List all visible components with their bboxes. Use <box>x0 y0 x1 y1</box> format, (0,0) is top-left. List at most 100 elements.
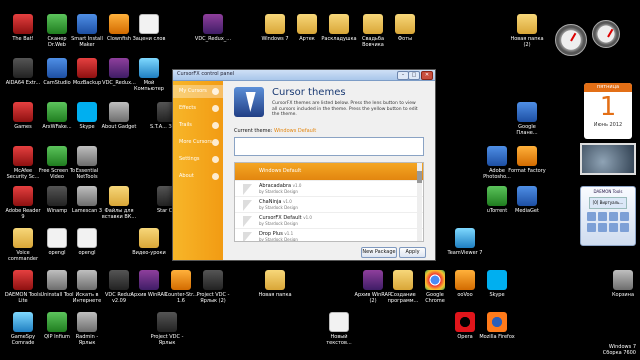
daemon-tools-gadget[interactable]: DAEMON Tools [0] Виртуаль... <box>580 186 636 246</box>
watermark-line: Сборка 7600 <box>602 350 636 356</box>
sidebar-item-icon <box>212 105 219 112</box>
desktop-icon-label: The Bat! <box>12 36 34 42</box>
theme-list-item[interactable]: ChaNinja v1.0 by Stardock Design <box>235 197 423 213</box>
desktop-icon[interactable]: Mozilla Firefox <box>478 312 516 340</box>
desktop-icon[interactable]: Раскладушка <box>320 14 358 42</box>
window-titlebar[interactable]: CursorFX control panel – □ ✕ <box>173 70 435 81</box>
desktop-icon-label: Корзина <box>611 292 635 298</box>
app-icon <box>329 14 349 34</box>
gadget-button[interactable] <box>598 223 607 232</box>
app-icon <box>363 14 383 34</box>
theme-list-item[interactable]: Windows Default <box>235 163 423 181</box>
theme-list-item[interactable]: Drop Plus v1.1 by Stardock Design <box>235 229 423 242</box>
slideshow-gadget[interactable] <box>580 143 636 175</box>
desktop-icon[interactable]: The Bat! <box>4 14 42 42</box>
app-icon <box>109 102 129 122</box>
cpu-meter-gadget[interactable] <box>555 24 587 56</box>
gadget-button[interactable] <box>620 223 629 232</box>
desktop-icon-label: Файлы для вставки ВК... <box>101 208 137 220</box>
sidebar-item[interactable]: My Cursors <box>173 85 223 98</box>
app-icon <box>13 186 33 206</box>
theme-preview-box[interactable] <box>234 137 424 156</box>
gadget-button[interactable] <box>609 223 618 232</box>
sidebar-item[interactable]: More Cursors <box>173 136 223 149</box>
app-icon <box>487 270 507 290</box>
gadget-button[interactable] <box>587 212 596 221</box>
sidebar-item[interactable]: Settings <box>173 153 223 166</box>
desktop-icon[interactable]: McAfee Security Sc... <box>4 146 42 180</box>
app-icon <box>47 14 67 34</box>
desktop-icon[interactable]: GameSpy Comrade <box>4 312 42 346</box>
desktop-icon-label: Project VDC - Ярлык <box>150 334 184 346</box>
desktop-icon[interactable]: MediaGet <box>508 186 546 214</box>
desktop-icon[interactable]: AIDA64 Extr... <box>4 58 42 86</box>
windows-watermark: Windows 7 Сборка 7600 <box>603 344 636 356</box>
desktop-icon-label: Новая папка (2) <box>510 36 544 48</box>
desktop-icon[interactable]: Project VDC - Ярлык (2) <box>194 270 232 304</box>
desktop-icon[interactable]: Видео-уроки <box>130 228 168 256</box>
theme-version: v1.1 <box>284 231 294 236</box>
desktop-icon[interactable]: Games <box>4 102 42 130</box>
app-icon <box>109 58 129 78</box>
ram-meter-gadget[interactable] <box>592 20 620 48</box>
desktop-icon[interactable]: Новый текстов... <box>320 312 358 346</box>
maximize-button[interactable]: □ <box>408 71 420 80</box>
app-icon <box>395 14 415 34</box>
desktop-icon[interactable]: Skype <box>478 270 516 298</box>
app-icon <box>77 186 97 206</box>
desktop-icon[interactable]: Radmin - Ярлык <box>68 312 106 346</box>
theme-name-text: Windows Default <box>259 168 302 174</box>
desktop-icon[interactable]: VDC_Redux_... <box>194 14 232 42</box>
gauge-needle <box>607 28 614 38</box>
main-content: Cursor themes CursorFX themes are listed… <box>228 81 434 260</box>
app-icon <box>517 146 537 166</box>
sidebar-item[interactable]: About <box>173 170 223 183</box>
desktop-icon[interactable]: Фоты <box>386 14 424 42</box>
gadget-button[interactable] <box>620 212 629 221</box>
page-title: Cursor themes <box>272 87 346 98</box>
theme-name: Windows Default <box>259 168 301 174</box>
desktop-icon-label: Зацени слов <box>132 36 166 42</box>
desktop-icon[interactable]: Корзина <box>604 270 640 298</box>
desktop-icon[interactable]: Новая папка <box>256 270 294 298</box>
desktop-icon[interactable]: Новая папка (2) <box>508 14 546 48</box>
desktop-icon-label: VDC_Redux_... <box>194 36 232 42</box>
desktop-icon[interactable]: Adobe Reader 9 <box>4 186 42 220</box>
desktop-icon[interactable]: Google Плане... <box>508 102 546 136</box>
app-icon <box>425 270 445 290</box>
theme-list-scrollbar[interactable] <box>417 163 422 241</box>
theme-author: by Stardock Design <box>259 237 298 242</box>
app-icon <box>171 270 191 290</box>
calendar-gadget[interactable]: пятница 1 Июнь 2012 <box>584 83 632 139</box>
scrollbar-thumb[interactable] <box>417 171 422 183</box>
gadget-button[interactable] <box>598 212 607 221</box>
gadget-button[interactable] <box>609 212 618 221</box>
desktop-icon[interactable]: Format Factory <box>508 146 546 174</box>
desktop-icon[interactable]: Мой Компьютер <box>130 58 168 92</box>
desktop-icon[interactable]: opengl <box>68 228 106 256</box>
desktop-icon[interactable]: DAEMON Tools Lite <box>4 270 42 304</box>
desktop-icon[interactable]: Essential NetTools <box>68 146 106 180</box>
desktop-icon[interactable]: About Gadget <box>100 102 138 130</box>
virtual-drive-label[interactable]: [0] Виртуаль... <box>589 197 627 209</box>
desktop-icon[interactable]: Зацени слов <box>130 14 168 42</box>
close-button[interactable]: ✕ <box>421 71 433 80</box>
sidebar-item[interactable]: Trails <box>173 119 223 132</box>
theme-list-item[interactable]: CursorFX Default v1.0 by Stardock Design <box>235 213 423 229</box>
desktop-icon[interactable]: Project VDC - Ярлык <box>148 312 186 346</box>
theme-list-item[interactable]: Abracadabra v1.0 by Stardock Design <box>235 181 423 197</box>
desktop-icon[interactable]: TeamViewer 7 <box>446 228 484 256</box>
desktop-icon[interactable]: Файлы для вставки ВК... <box>100 186 138 220</box>
calendar-month: Июнь 2012 <box>593 122 623 128</box>
desktop-icon[interactable]: Voice commander <box>4 228 42 262</box>
new-package-button[interactable]: New Package <box>361 247 397 258</box>
current-theme-label: Current theme: <box>234 128 273 134</box>
app-icon <box>77 58 97 78</box>
theme-version: v1.0 <box>303 215 312 220</box>
description-text: CursorFX themes are listed below. Press … <box>272 101 418 118</box>
theme-list[interactable]: Windows Default Abracadabra v1.0 by Stardo… <box>234 162 424 242</box>
app-icon <box>203 14 223 34</box>
apply-button[interactable]: Apply <box>399 247 426 258</box>
sidebar-item[interactable]: Effects <box>173 102 223 115</box>
gadget-button[interactable] <box>587 223 596 232</box>
